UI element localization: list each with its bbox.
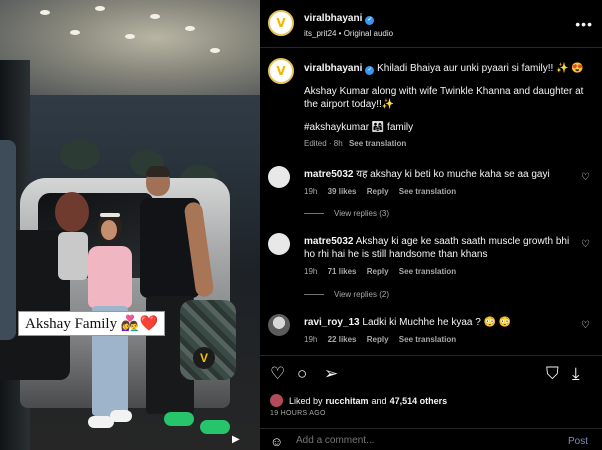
- comment-icon[interactable]: ○: [297, 364, 307, 384]
- post-timestamp: 19 HOURS AGO: [270, 410, 326, 417]
- reply-button[interactable]: Reply: [367, 187, 389, 196]
- liker-avatar: [270, 394, 283, 407]
- watermark-logo: V: [193, 347, 215, 369]
- likes-count[interactable]: 47,514 others: [390, 396, 448, 406]
- comment-text: Ladki ki Muchhe he kyaa ? 😳 😳: [362, 317, 512, 328]
- caption-username[interactable]: viralbhayani: [304, 63, 362, 74]
- commenter-username[interactable]: ravi_roy_13: [304, 317, 360, 328]
- speaker-icon[interactable]: ▶: [232, 434, 240, 445]
- post-media[interactable]: Akshay Family 👩‍❤️‍👨❤️ V ▶: [0, 0, 260, 450]
- verified-icon: ✓: [365, 16, 375, 25]
- edited-time: Edited · 8h: [304, 139, 343, 148]
- comment-time: 19h: [304, 267, 318, 276]
- post-actions: ♡ ○ ➢ ⛉ ⤓ Liked by rucchitam and 47,514 …: [260, 355, 602, 450]
- bystander: [0, 140, 16, 340]
- view-replies-button[interactable]: View replies (2): [304, 290, 389, 299]
- more-options-icon[interactable]: •••: [575, 16, 593, 32]
- author-avatar[interactable]: V: [268, 10, 294, 36]
- author-username[interactable]: viralbhayani ✓: [304, 13, 375, 25]
- caption-hashtags: #akshaykumar 👨‍👩‍👧 family: [304, 122, 414, 133]
- audio-subtitle[interactable]: its_prit24 • Original audio: [304, 29, 393, 38]
- reply-button[interactable]: Reply: [367, 335, 389, 344]
- commenter-avatar[interactable]: [268, 166, 290, 188]
- commenter-avatar[interactable]: [268, 314, 290, 336]
- see-translation-link[interactable]: See translation: [399, 187, 456, 196]
- post-header: V viralbhayani ✓ its_prit24 • Original au…: [260, 0, 602, 48]
- emoji-icon[interactable]: ☺: [270, 434, 283, 449]
- share-icon[interactable]: ➢: [324, 364, 338, 384]
- verified-icon: ✓: [365, 66, 375, 75]
- view-replies-button[interactable]: View replies (3): [304, 209, 389, 218]
- comment-like-icon[interactable]: ♡: [581, 239, 590, 250]
- comment-likes[interactable]: 71 likes: [328, 267, 357, 276]
- comment-text: यह akshay ki beti ko muche kaha se aa ga…: [356, 169, 550, 180]
- post-sidebar: V viralbhayani ✓ its_prit24 • Original au…: [260, 0, 602, 450]
- add-comment-bar: ☺ Post: [260, 428, 602, 450]
- comment-time: 19h: [304, 335, 318, 344]
- like-icon[interactable]: ♡: [270, 364, 285, 384]
- tree: [60, 140, 100, 170]
- caption-line-2: Akshay Kumar along with wife Twinkle Kha…: [304, 86, 584, 110]
- divider-line: [304, 294, 324, 295]
- video-caption-overlay: Akshay Family 👩‍❤️‍👨❤️: [18, 311, 166, 336]
- save-icon[interactable]: ⛉: [546, 364, 559, 384]
- see-translation-link[interactable]: See translation: [399, 335, 456, 344]
- divider-line: [304, 213, 324, 214]
- caption-author-avatar[interactable]: V: [268, 58, 294, 84]
- ceiling-background: [0, 0, 260, 95]
- liked-by[interactable]: Liked by rucchitam and 47,514 others: [270, 394, 450, 407]
- commenter-username[interactable]: matre5032: [304, 169, 353, 180]
- commenter-avatar[interactable]: [268, 233, 290, 255]
- see-translation-link[interactable]: See translation: [349, 139, 406, 148]
- commenter-username[interactable]: matre5032: [304, 236, 353, 247]
- reply-button[interactable]: Reply: [367, 267, 389, 276]
- comment-time: 19h: [304, 187, 318, 196]
- comment-like-icon[interactable]: ♡: [581, 320, 590, 331]
- see-translation-link[interactable]: See translation: [399, 267, 456, 276]
- post-comment-button[interactable]: Post: [568, 436, 588, 447]
- comment-input[interactable]: [296, 435, 556, 446]
- comment-like-icon[interactable]: ♡: [581, 172, 590, 183]
- comment-likes[interactable]: 22 likes: [328, 335, 357, 344]
- caption-line-1: Khiladi Bhaiya aur unki pyaari si family…: [377, 63, 584, 74]
- liker-username[interactable]: rucchitam: [326, 396, 369, 406]
- comment-likes[interactable]: 39 likes: [328, 187, 357, 196]
- download-icon[interactable]: ⤓: [572, 364, 580, 384]
